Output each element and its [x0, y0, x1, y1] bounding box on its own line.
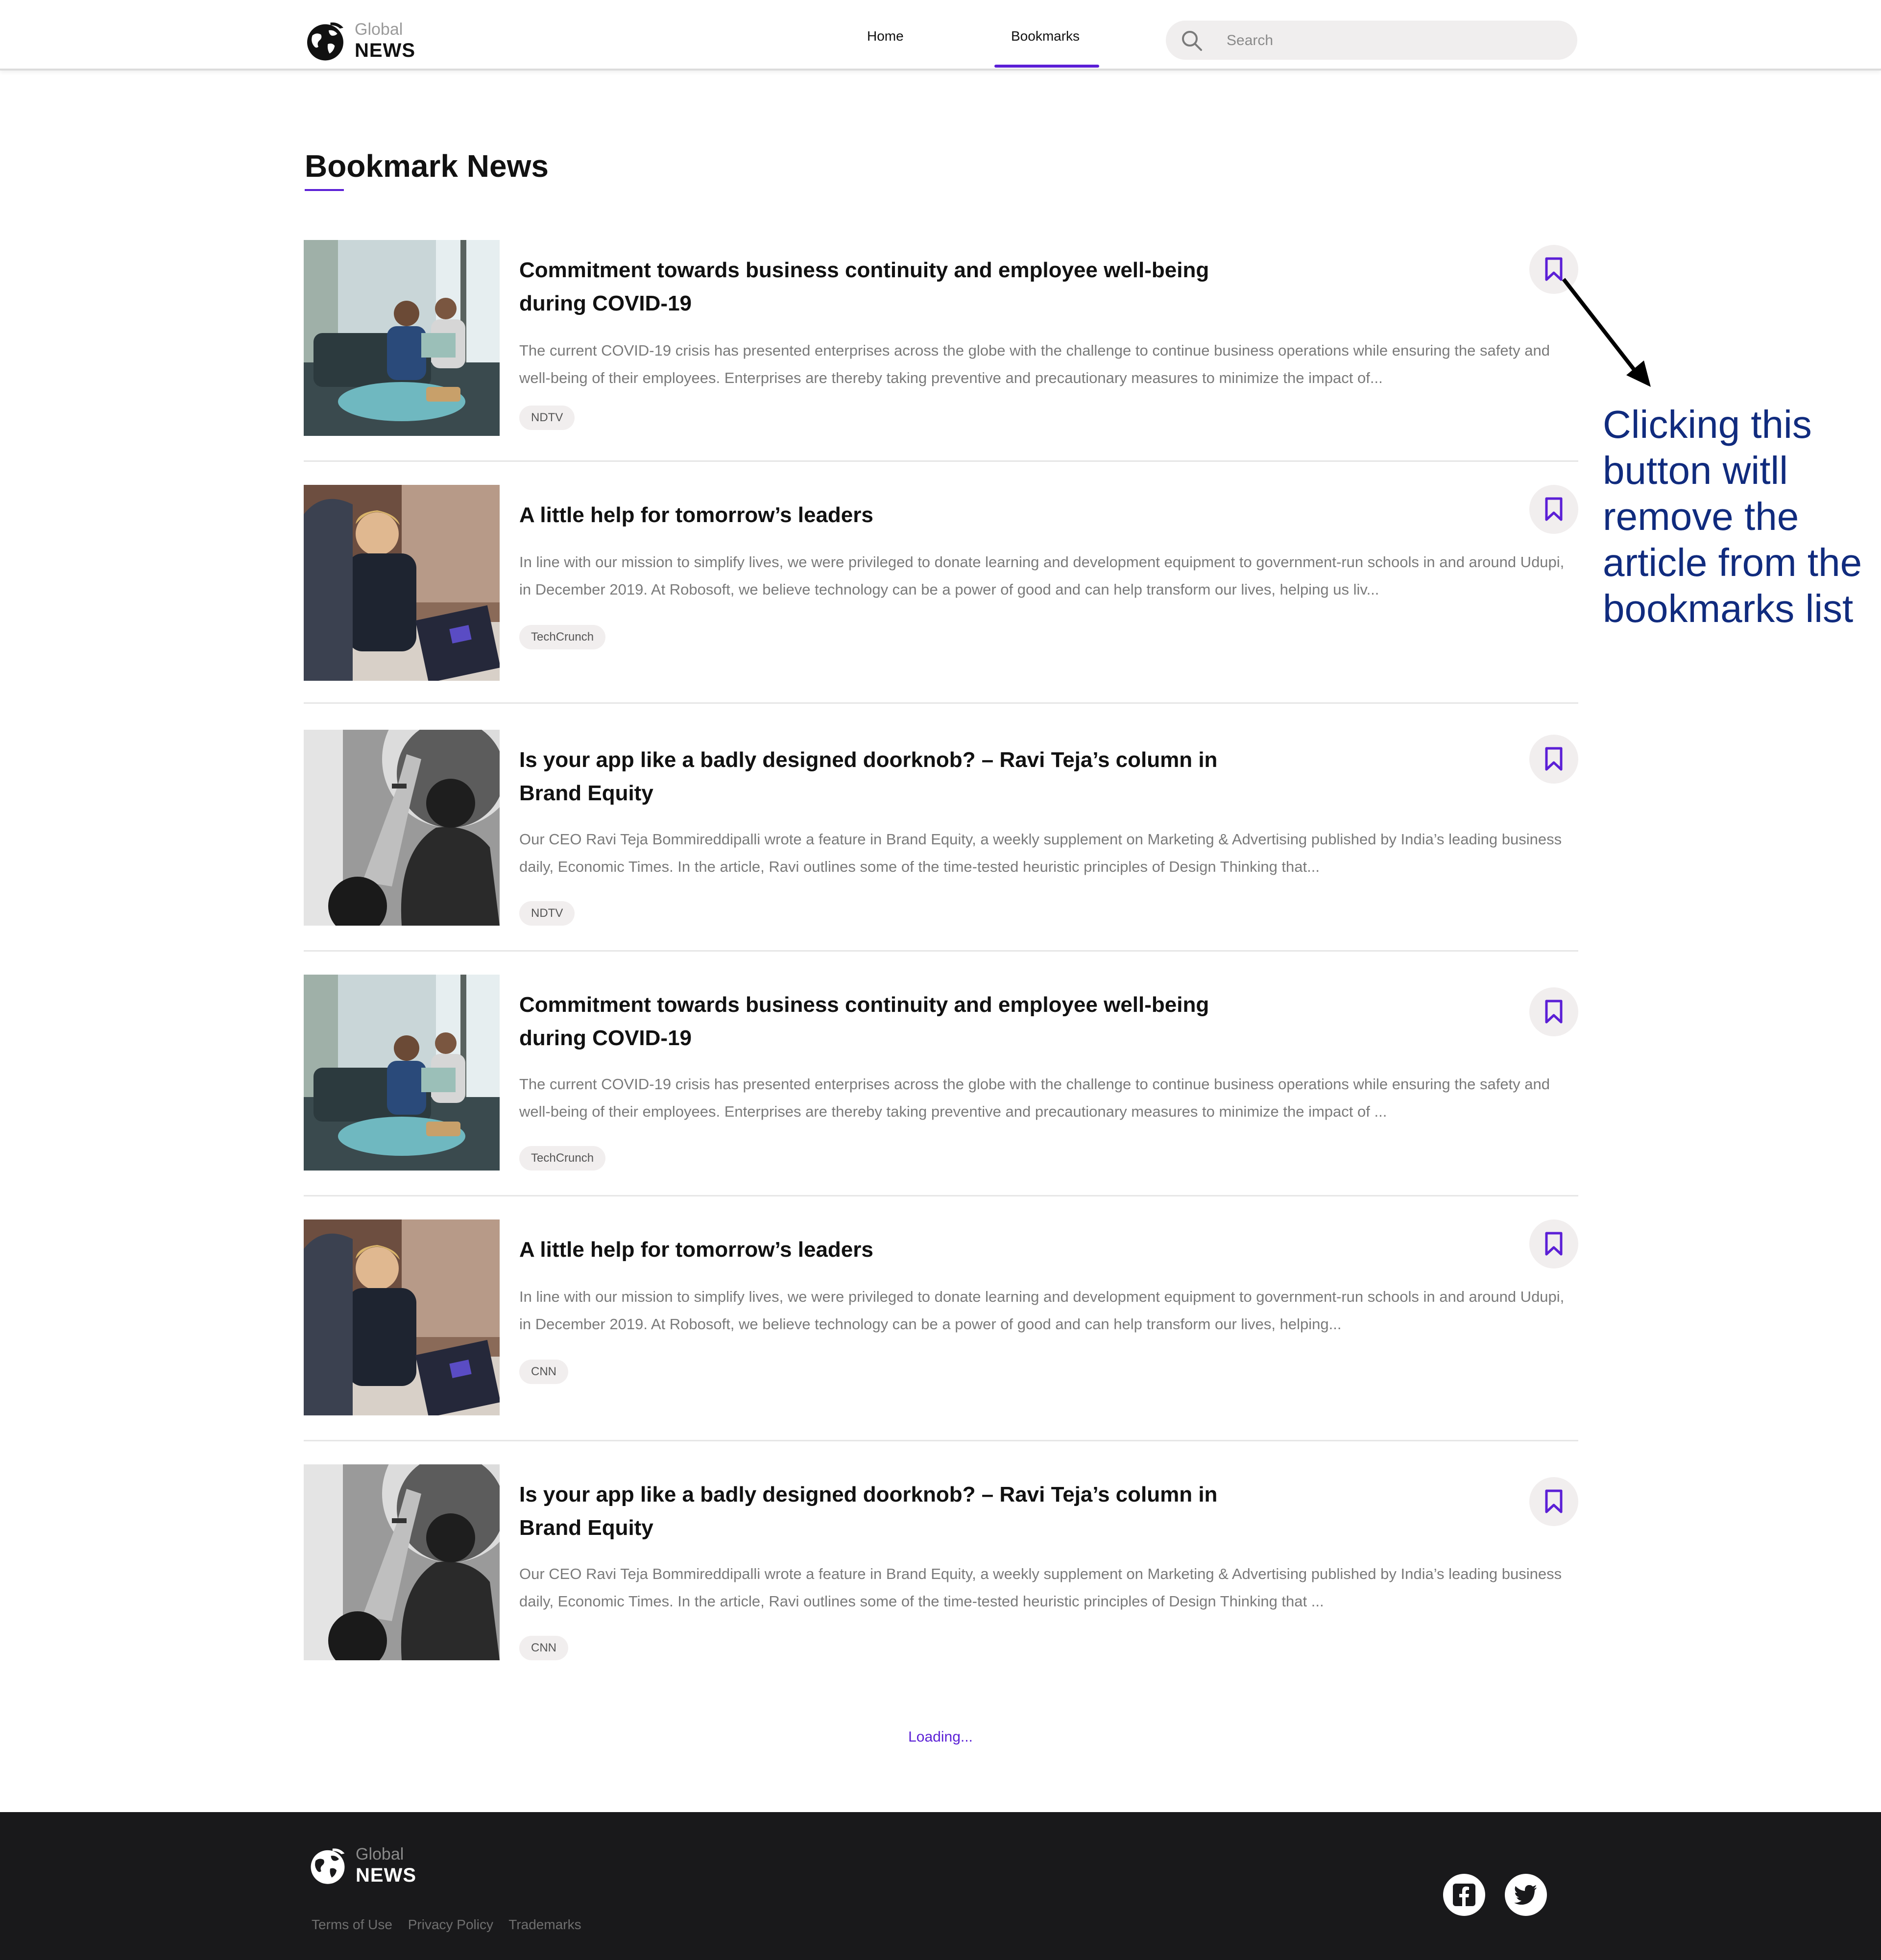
source-tag: CNN [519, 1360, 568, 1384]
nav-bookmarks[interactable]: Bookmarks [1011, 28, 1080, 44]
article-card[interactable]: Commitment towards business continuity a… [304, 975, 1578, 1219]
bookmark-icon [1545, 1000, 1563, 1024]
loading-indicator: Loading... [908, 1729, 973, 1745]
footer: Global NEWS Terms of Use Privacy Policy … [0, 1812, 1881, 1960]
source-tag: NDTV [519, 901, 575, 926]
article-description: The current COVID-19 crisis has presente… [519, 342, 1550, 386]
article-card[interactable]: A little help for tomorrow’s leaders In … [304, 1219, 1578, 1464]
article-description: Our CEO Ravi Teja Bommireddipalli wrote … [519, 831, 1562, 875]
bookmark-button[interactable] [1529, 485, 1578, 534]
article-image[interactable] [304, 1464, 500, 1660]
bookmark-icon [1545, 1489, 1563, 1513]
top-header: Global NEWS Home Bookmarks Search [0, 0, 1881, 71]
nav-home[interactable]: Home [867, 28, 904, 44]
annotation-text: Clicking this button witll remove the ar… [1603, 403, 1862, 630]
footer-links: Terms of Use Privacy Policy Trademarks [312, 1917, 593, 1933]
search-placeholder: Search [1227, 32, 1274, 48]
brand-logo[interactable]: Global NEWS [304, 19, 415, 63]
search-icon [1182, 31, 1202, 51]
annotation-arrow [1562, 278, 1651, 387]
globe-icon [307, 22, 343, 61]
divider [304, 702, 1578, 704]
article-card[interactable]: Commitment towards business continuity a… [304, 240, 1578, 485]
page-title: Bookmark News [305, 148, 549, 184]
bookmark-button[interactable] [1529, 735, 1578, 784]
article-card[interactable]: Is your app like a badly designed doorkn… [304, 730, 1578, 975]
divider [304, 1195, 1578, 1196]
twitter-button[interactable] [1505, 1874, 1547, 1916]
article-image[interactable] [304, 1219, 500, 1415]
bookmark-button[interactable] [1529, 987, 1578, 1036]
source-tag: NDTV [519, 406, 575, 430]
globe-icon [311, 1848, 345, 1884]
source-tag: TechCrunch [519, 625, 606, 649]
article-title[interactable]: Commitment towards business continuity a… [519, 988, 1225, 1055]
footer-logo[interactable]: Global NEWS [308, 1845, 416, 1886]
article-title[interactable]: Is your app like a badly designed doorkn… [519, 743, 1225, 810]
title-underline [305, 189, 344, 191]
article-card[interactable]: A little help for tomorrow’s leaders In … [304, 485, 1578, 730]
divider [304, 460, 1578, 462]
article-description: The current COVID-19 crisis has presente… [519, 1076, 1550, 1120]
facebook-button[interactable] [1443, 1874, 1485, 1916]
terms-link[interactable]: Terms of Use [312, 1917, 392, 1932]
footer-logo-small-text: Global [356, 1845, 404, 1864]
article-image[interactable] [304, 730, 500, 926]
divider [304, 1440, 1578, 1441]
logo-small-text: Global [355, 20, 403, 39]
article-title[interactable]: A little help for tomorrow’s leaders [519, 499, 1225, 532]
article-image[interactable] [304, 240, 500, 436]
article-title[interactable]: A little help for tomorrow’s leaders [519, 1233, 1225, 1267]
divider [304, 950, 1578, 952]
bookmark-button[interactable] [1529, 1477, 1578, 1526]
bookmark-button[interactable] [1529, 1219, 1578, 1268]
search-input[interactable]: Search [1166, 21, 1577, 60]
source-tag: TechCrunch [519, 1146, 606, 1171]
article-description: In line with our mission to simplify liv… [519, 553, 1565, 598]
trademarks-link[interactable]: Trademarks [508, 1917, 581, 1932]
article-image[interactable] [304, 485, 500, 681]
bookmark-icon [1545, 497, 1563, 521]
twitter-icon [1514, 1885, 1537, 1905]
facebook-icon [1453, 1884, 1475, 1906]
footer-logo-big-text: NEWS [356, 1864, 416, 1886]
logo-big-text: NEWS [355, 40, 415, 61]
article-description: In line with our mission to simplify liv… [519, 1288, 1565, 1333]
article-description: Our CEO Ravi Teja Bommireddipalli wrote … [519, 1565, 1562, 1610]
bookmark-icon [1545, 1232, 1563, 1256]
source-tag: CNN [519, 1636, 568, 1660]
article-card[interactable]: Is your app like a badly designed doorkn… [304, 1464, 1578, 1709]
privacy-link[interactable]: Privacy Policy [408, 1917, 493, 1932]
active-tab-indicator [994, 65, 1099, 68]
article-image[interactable] [304, 975, 500, 1171]
article-title[interactable]: Is your app like a badly designed doorkn… [519, 1478, 1225, 1545]
article-title[interactable]: Commitment towards business continuity a… [519, 254, 1225, 320]
bookmark-icon [1545, 747, 1563, 771]
